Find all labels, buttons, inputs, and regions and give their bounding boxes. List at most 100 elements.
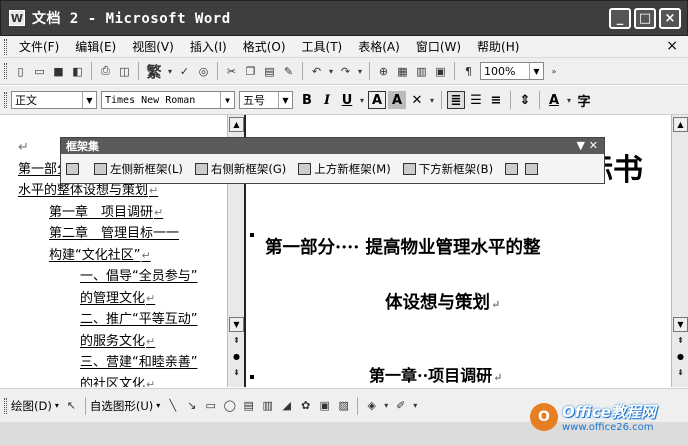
tables-borders-icon[interactable]: ▦ xyxy=(394,62,411,80)
underline-button[interactable]: U xyxy=(338,91,356,109)
copy-icon[interactable]: ❐ xyxy=(242,62,259,80)
undo-dropdown-icon[interactable]: ▾ xyxy=(327,62,335,80)
close-button[interactable]: × xyxy=(659,8,681,29)
menu-window[interactable]: 窗口(W) xyxy=(408,38,469,55)
document-scrollbar[interactable]: ▲ ▼ ⇞ ● ⇟ xyxy=(671,115,688,387)
zoom-select[interactable]: 100% ▼ xyxy=(480,62,544,80)
toc-item[interactable]: 第一章 项目调研↵ xyxy=(18,202,228,224)
autoshapes-dropdown-icon[interactable]: ▾ xyxy=(156,401,160,410)
traditional-chinese-button[interactable]: 繁 xyxy=(144,62,164,81)
minimize-button[interactable]: _ xyxy=(609,8,631,29)
frame-properties-button[interactable] xyxy=(525,162,541,175)
new-document-icon[interactable]: ▯ xyxy=(12,62,29,80)
menubar-grip[interactable] xyxy=(4,38,7,55)
toc-item[interactable]: 的社区文化↵ xyxy=(18,374,228,388)
character-scale-icon[interactable]: ✕ xyxy=(408,91,426,109)
toc-item[interactable]: 三、营建“和睦亲善” xyxy=(18,352,228,374)
toc-item[interactable]: 一、倡导“全员参与” xyxy=(18,266,228,288)
menu-view[interactable]: 视图(V) xyxy=(124,38,182,55)
scroll-down-icon[interactable]: ▼ xyxy=(229,317,244,332)
line-color-dropdown-icon[interactable]: ▾ xyxy=(411,397,419,415)
frames-toolbar-titlebar[interactable]: 框架集 ▼ ✕ xyxy=(61,138,604,154)
frames-toolbar-controls[interactable]: ▼ ✕ xyxy=(576,139,598,152)
delete-frame-button[interactable] xyxy=(505,162,521,175)
cut-icon[interactable]: ✂ xyxy=(223,62,240,80)
menu-insert[interactable]: 插入(I) xyxy=(182,38,235,55)
font-select[interactable]: Times New Roman ▼ xyxy=(101,91,235,109)
scroll-up-icon[interactable]: ▲ xyxy=(229,117,244,132)
table-of-contents-frame-button[interactable] xyxy=(66,162,82,175)
previous-page-icon[interactable]: ⇞ xyxy=(229,333,244,348)
draw-menu-button[interactable]: 绘图(D) xyxy=(11,398,52,414)
toc-item[interactable]: 的服务文化↵ xyxy=(18,331,228,353)
menu-help[interactable]: 帮助(H) xyxy=(469,38,527,55)
toc-item[interactable]: 二、推广“平等互动” xyxy=(18,309,228,331)
menu-format[interactable]: 格式(O) xyxy=(235,38,294,55)
format-painter-icon[interactable]: ✎ xyxy=(280,62,297,80)
insert-excel-icon[interactable]: ▣ xyxy=(432,62,449,80)
menu-table[interactable]: 表格(A) xyxy=(350,38,408,55)
draw-dropdown-icon[interactable]: ▾ xyxy=(55,401,59,410)
hyperlink-icon[interactable]: ⊕ xyxy=(375,62,392,80)
new-frame-below-button[interactable]: 下方新框架(B) xyxy=(402,161,493,177)
menu-tools[interactable]: 工具(T) xyxy=(294,38,351,55)
menu-file[interactable]: 文件(F) xyxy=(11,38,67,55)
research-icon[interactable]: ◎ xyxy=(195,62,212,80)
redo-icon[interactable]: ↷ xyxy=(337,62,354,80)
bold-button[interactable]: B xyxy=(298,91,316,109)
print-icon[interactable]: ⎙ xyxy=(97,62,114,80)
character-shading-button[interactable]: A xyxy=(388,91,406,109)
toc-item[interactable]: 构建“文化社区”↵ xyxy=(18,245,228,267)
new-frame-left-button[interactable]: 左侧新框架(L) xyxy=(94,161,183,177)
menu-edit[interactable]: 编辑(E) xyxy=(67,38,124,55)
style-dropdown-icon[interactable]: ▼ xyxy=(82,92,96,108)
align-right-icon[interactable]: ≡ xyxy=(487,91,505,109)
diagram-icon[interactable]: ✿ xyxy=(297,397,314,415)
font-size-dropdown-icon[interactable]: ▼ xyxy=(278,92,292,108)
traditional-dropdown-icon[interactable]: ▾ xyxy=(166,62,174,80)
font-color-icon[interactable]: A xyxy=(545,91,563,109)
italic-button[interactable]: I xyxy=(318,91,336,109)
clip-art-icon[interactable]: ▣ xyxy=(316,397,333,415)
print-preview-icon[interactable]: ◫ xyxy=(116,62,133,80)
line-color-icon[interactable]: ✐ xyxy=(392,397,409,415)
insert-table-icon[interactable]: ▥ xyxy=(413,62,430,80)
character-border-button[interactable]: A xyxy=(368,91,386,109)
toolbar-options-icon[interactable]: » xyxy=(549,62,559,80)
align-center-icon[interactable]: ☰ xyxy=(467,91,485,109)
font-size-select[interactable]: 五号 ▼ xyxy=(239,91,293,109)
vertical-text-box-icon[interactable]: ▥ xyxy=(259,397,276,415)
doc-browse-object-icon[interactable]: ● xyxy=(673,349,688,364)
character-scale-dropdown-icon[interactable]: ▾ xyxy=(428,91,436,109)
spelling-icon[interactable]: ✓ xyxy=(176,62,193,80)
next-page-icon[interactable]: ⇟ xyxy=(229,365,244,380)
phonetic-guide-icon[interactable]: 字 xyxy=(575,91,593,110)
doc-scroll-up-icon[interactable]: ▲ xyxy=(673,117,688,132)
arrow-icon[interactable]: ↘ xyxy=(183,397,200,415)
formatting-toolbar-grip[interactable] xyxy=(4,92,7,108)
maximize-button[interactable]: □ xyxy=(634,8,656,29)
close-document-button[interactable]: × xyxy=(666,38,678,54)
doc-next-page-icon[interactable]: ⇟ xyxy=(673,365,688,380)
insert-picture-icon[interactable]: ▨ xyxy=(335,397,352,415)
toc-item[interactable]: 的管理文化↵ xyxy=(18,288,228,310)
doc-scroll-down-icon[interactable]: ▼ xyxy=(673,317,688,332)
rectangle-icon[interactable]: ▭ xyxy=(202,397,219,415)
open-folder-icon[interactable]: ▭ xyxy=(31,62,48,80)
underline-dropdown-icon[interactable]: ▾ xyxy=(358,91,366,109)
standard-toolbar-grip[interactable] xyxy=(4,63,7,79)
undo-icon[interactable]: ↶ xyxy=(308,62,325,80)
browse-object-icon[interactable]: ● xyxy=(229,349,244,364)
fill-color-icon[interactable]: ◈ xyxy=(363,397,380,415)
text-box-icon[interactable]: ▤ xyxy=(240,397,257,415)
style-select[interactable]: 正文 ▼ xyxy=(11,91,97,109)
line-spacing-icon[interactable]: ⇕ xyxy=(516,91,534,109)
autoshapes-menu-button[interactable]: 自选图形(U) xyxy=(90,398,153,414)
zoom-dropdown-icon[interactable]: ▼ xyxy=(529,63,543,79)
wordart-icon[interactable]: ◢ xyxy=(278,397,295,415)
word-app-icon[interactable]: W xyxy=(9,10,25,26)
new-frame-right-button[interactable]: 右侧新框架(G) xyxy=(194,161,286,177)
redo-dropdown-icon[interactable]: ▾ xyxy=(356,62,364,80)
new-frame-above-button[interactable]: 上方新框架(M) xyxy=(298,161,391,177)
font-dropdown-icon[interactable]: ▼ xyxy=(220,92,234,108)
